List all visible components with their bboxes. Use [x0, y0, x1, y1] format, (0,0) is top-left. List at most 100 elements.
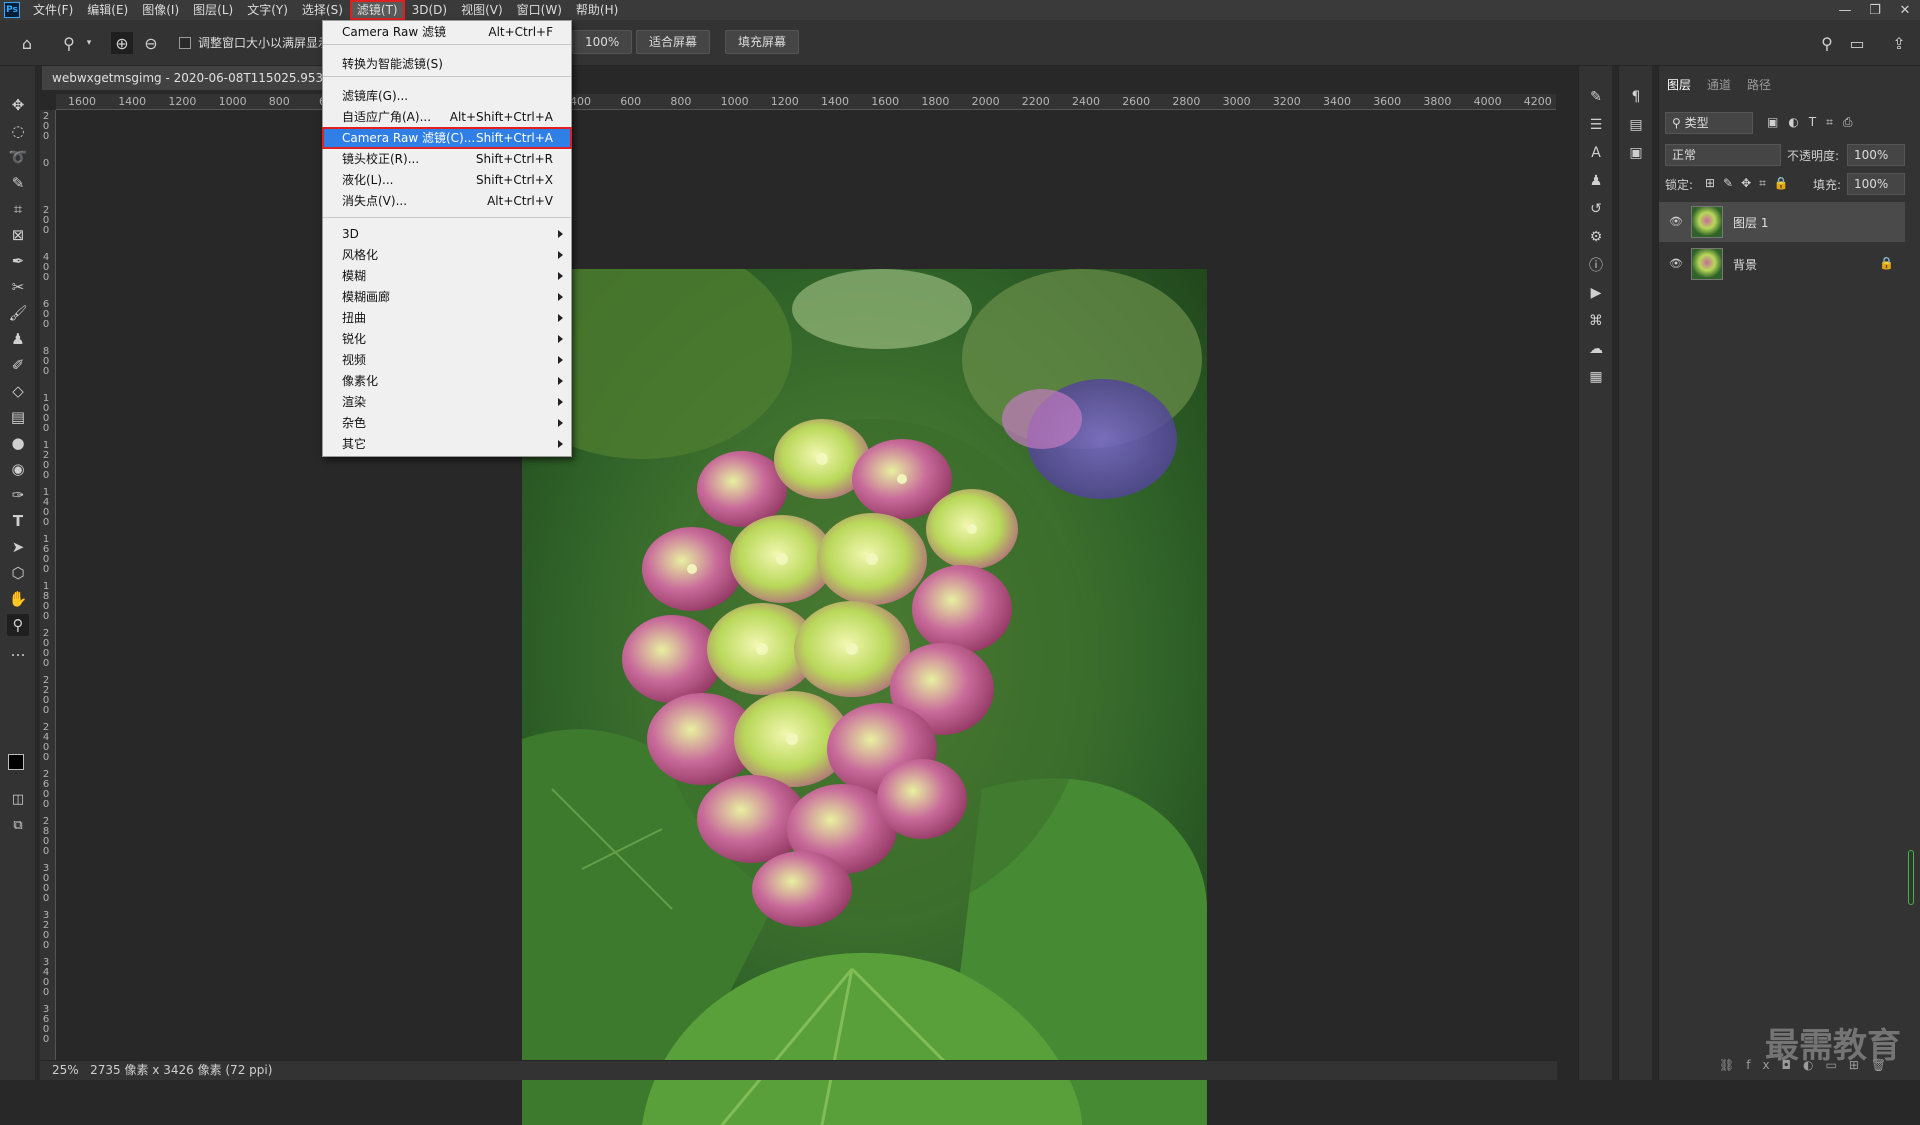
submenu-render[interactable]: 渲染	[323, 392, 571, 412]
menu-edit[interactable]: 编辑(E)	[80, 0, 135, 20]
opacity-input[interactable]: 100%	[1847, 144, 1905, 166]
brush-settings-icon[interactable]: ✎	[1585, 86, 1607, 108]
submenu-blur[interactable]: 模糊	[323, 266, 571, 286]
libraries-icon[interactable]: ▤	[1625, 114, 1647, 136]
tab-paths[interactable]: 路径	[1747, 76, 1771, 93]
chevron-down-icon[interactable]: ▾	[78, 32, 100, 54]
frame-tool-icon[interactable]: ⊠	[7, 224, 29, 246]
path-select-tool-icon[interactable]: ➤	[7, 536, 29, 558]
close-button[interactable]: ✕	[1890, 0, 1920, 20]
minimize-button[interactable]: —	[1830, 0, 1860, 20]
foreground-color-swatch[interactable]	[8, 754, 24, 770]
fit-screen-button[interactable]: 适合屏幕	[636, 30, 711, 54]
zoom-100-button[interactable]: 100%	[572, 30, 633, 54]
menu-window[interactable]: 窗口(W)	[510, 0, 569, 20]
menu-item-vanishing-point[interactable]: 消失点(V)... Alt+Ctrl+V	[323, 191, 571, 211]
dodge-tool-icon[interactable]: ◉	[7, 458, 29, 480]
menu-file[interactable]: 文件(F)	[26, 0, 80, 20]
tab-channels[interactable]: 通道	[1707, 76, 1731, 93]
blend-mode-select[interactable]: 正常	[1665, 144, 1781, 166]
character-icon[interactable]: A	[1585, 142, 1607, 164]
history-icon[interactable]: ↺	[1585, 198, 1607, 220]
zoom-in-icon[interactable]: ⊕	[111, 32, 133, 54]
marquee-tool-icon[interactable]: ◌	[7, 120, 29, 142]
layer-row-layer1[interactable]: 👁 图层 1	[1659, 202, 1905, 242]
submenu-blur-gallery[interactable]: 模糊画廊	[323, 287, 571, 307]
properties-icon[interactable]: ⚙	[1585, 226, 1607, 248]
menu-help[interactable]: 帮助(H)	[569, 0, 625, 20]
menu-item-lens-correction[interactable]: 镜头校正(R)... Shift+Ctrl+R	[323, 149, 571, 169]
submenu-other[interactable]: 其它	[323, 434, 571, 454]
visibility-eye-icon[interactable]: 👁	[1669, 215, 1683, 229]
menu-item-convert-smart-filter[interactable]: 转换为智能滤镜(S)	[323, 54, 571, 74]
submenu-distort[interactable]: 扭曲	[323, 308, 571, 328]
document-tab[interactable]: webwxgetmsgimg - 2020-06-08T115025.953.j…	[42, 66, 356, 90]
lasso-tool-icon[interactable]: ➰	[7, 146, 29, 168]
quick-mask-icon[interactable]: ◫	[7, 788, 29, 810]
share-icon[interactable]: ⇪	[1888, 32, 1910, 54]
paths-icon[interactable]: ⌘	[1585, 310, 1607, 332]
move-tool-icon[interactable]: ✥	[7, 94, 29, 116]
photoshop-logo-icon[interactable]: Ps	[4, 2, 20, 18]
hand-tool-icon[interactable]: ✋	[7, 588, 29, 610]
zoom-tool-icon[interactable]: ⚲	[58, 32, 80, 54]
menu-item-adaptive-wide-angle[interactable]: 自适应广角(A)... Alt+Shift+Ctrl+A	[323, 107, 571, 127]
restore-button[interactable]: ❐	[1860, 0, 1890, 20]
menu-item-camera-raw-filter[interactable]: Camera Raw 滤镜(C)... Shift+Ctrl+A	[322, 127, 572, 149]
menu-layer[interactable]: 图层(L)	[186, 0, 240, 20]
lock-icons[interactable]: ⊞✎✥⌗🔒	[1705, 176, 1797, 191]
menu-3d[interactable]: 3D(D)	[405, 0, 454, 20]
status-zoom[interactable]: 25%	[52, 1063, 79, 1077]
canvas-area[interactable]	[57, 111, 1557, 1125]
search-icon[interactable]: ⚲	[1816, 32, 1838, 54]
healing-tool-icon[interactable]: ✂	[7, 276, 29, 298]
info-icon[interactable]: ⓘ	[1585, 254, 1607, 276]
menu-filter[interactable]: 滤镜(T)	[349, 0, 405, 20]
actions-icon[interactable]: ▶	[1585, 282, 1607, 304]
status-doc-info[interactable]: 2735 像素 x 3426 像素 (72 ppi)	[90, 1063, 272, 1077]
submenu-video[interactable]: 视频	[323, 350, 571, 370]
menu-view[interactable]: 视图(V)	[454, 0, 510, 20]
paragraph-icon[interactable]: ¶	[1625, 86, 1647, 108]
pen-tool-icon[interactable]: ✑	[7, 484, 29, 506]
menu-item-liquify[interactable]: 液化(L)... Shift+Ctrl+X	[323, 170, 571, 190]
eyedropper-tool-icon[interactable]: ✒	[7, 250, 29, 272]
blur-tool-icon[interactable]: ●	[7, 432, 29, 454]
layer-row-background[interactable]: 👁 背景 🔒	[1659, 244, 1905, 284]
table-icon[interactable]: ▦	[1585, 366, 1607, 388]
quick-select-tool-icon[interactable]: ✎	[7, 172, 29, 194]
gradient-tool-icon[interactable]: ▤	[7, 406, 29, 428]
menu-image[interactable]: 图像(I)	[135, 0, 186, 20]
adjustments-icon[interactable]: ☰	[1585, 114, 1607, 136]
screen-mode-icon[interactable]: ⧉	[7, 814, 29, 836]
type-tool-icon[interactable]: T	[7, 510, 29, 532]
scroll-indicator[interactable]	[1908, 850, 1914, 905]
menu-type[interactable]: 文字(Y)	[240, 0, 295, 20]
brush-tool-icon[interactable]: 🖌	[7, 302, 29, 324]
menu-item-filter-gallery[interactable]: 滤镜库(G)...	[323, 86, 571, 106]
notes-icon[interactable]: ▣	[1625, 142, 1647, 164]
3d-icon[interactable]: ☁	[1585, 338, 1607, 360]
stamp-tool-icon[interactable]: ♟	[7, 328, 29, 350]
tab-layers[interactable]: 图层	[1667, 76, 1691, 93]
fill-input[interactable]: 100%	[1847, 173, 1905, 195]
fill-screen-button[interactable]: 填充屏幕	[725, 30, 800, 54]
zoom-out-icon[interactable]: ⊖	[140, 32, 162, 54]
history-brush-tool-icon[interactable]: ✐	[7, 354, 29, 376]
crop-tool-icon[interactable]: ⌗	[7, 198, 29, 220]
submenu-sharpen[interactable]: 锐化	[323, 329, 571, 349]
submenu-noise[interactable]: 杂色	[323, 413, 571, 433]
eraser-tool-icon[interactable]: ◇	[7, 380, 29, 402]
more-tools-icon[interactable]: …	[7, 640, 29, 662]
clone-source-icon[interactable]: ♟	[1585, 170, 1607, 192]
layer-kind-filter[interactable]: ⚲ 类型	[1665, 112, 1753, 134]
visibility-eye-icon[interactable]: 👁	[1669, 257, 1683, 271]
home-icon[interactable]: ⌂	[16, 32, 38, 54]
workspace-icon[interactable]: ▭	[1846, 32, 1868, 54]
submenu-3d[interactable]: 3D	[323, 224, 571, 244]
submenu-pixelate[interactable]: 像素化	[323, 371, 571, 391]
zoom-tool-icon[interactable]: ⚲	[7, 614, 29, 636]
layer-filter-icons[interactable]: ▣◐T⌗⎙	[1767, 115, 1863, 130]
submenu-stylize[interactable]: 风格化	[323, 245, 571, 265]
resize-window-checkbox[interactable]	[179, 37, 191, 49]
